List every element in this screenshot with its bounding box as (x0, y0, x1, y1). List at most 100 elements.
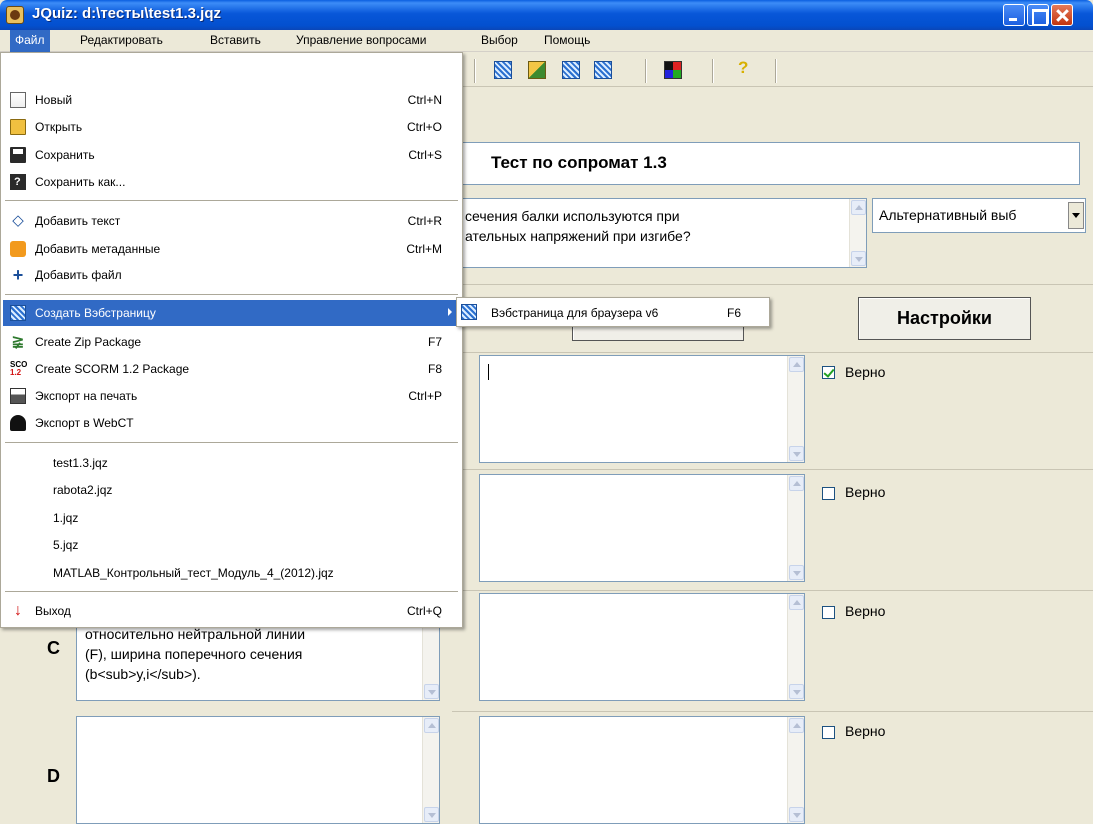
menu-item-label: Добавить метаданные (35, 242, 161, 256)
scroll-down-icon[interactable] (789, 565, 804, 580)
feedback-scrollbar[interactable] (787, 475, 804, 581)
web-page-icon (461, 304, 477, 320)
menu-item-open[interactable]: Открыть Ctrl+O (3, 114, 460, 140)
menu-item-label: Create SCORM 1.2 Package (35, 362, 190, 376)
menu-item-recent-file[interactable]: test1.3.jqz (3, 450, 460, 476)
toolbar-separator (775, 59, 777, 83)
recent-file-label: test1.3.jqz (53, 456, 108, 470)
answer-b-correct-checkbox[interactable] (822, 487, 835, 500)
web-page-icon[interactable] (494, 61, 512, 79)
answer-c-letter: C (47, 638, 60, 658)
zip-icon: ≩ (11, 333, 25, 350)
app-icon[interactable] (6, 6, 24, 24)
menu-question-management[interactable]: Управление вопросами (296, 33, 426, 47)
scroll-up-icon[interactable] (789, 595, 804, 610)
minimize-button[interactable] (1003, 4, 1025, 26)
scroll-up-icon[interactable] (424, 718, 439, 733)
menu-item-export-webct[interactable]: Экспорт в WebCT (3, 410, 460, 436)
web-page-submenu: Вэбстраница для браузера v6 F6 (456, 297, 770, 327)
menu-item-shortcut: F8 (427, 362, 442, 376)
scroll-up-icon[interactable] (789, 476, 804, 491)
menu-item-recent-file[interactable]: rabota2.jqz (3, 477, 460, 503)
menu-item-exit[interactable]: ↓ Выход Ctrl+Q (3, 598, 460, 624)
menu-item-add-text[interactable]: ◇ Добавить текст Ctrl+R (3, 208, 460, 234)
save-as-icon (10, 174, 26, 190)
menu-separator (5, 200, 458, 202)
question-type-value: Альтернативный выб (879, 207, 1017, 223)
menu-item-label: Добавить текст (35, 214, 121, 228)
answer-d-feedback-field[interactable] (479, 716, 805, 824)
menu-item-label: Сохранить как... (35, 175, 126, 189)
chevron-down-icon[interactable] (1068, 202, 1084, 229)
menu-item-export-print[interactable]: Экспорт на печать Ctrl+P (3, 383, 460, 409)
color-palette-icon[interactable] (664, 61, 682, 79)
menu-item-recent-file[interactable]: MATLAB_Контрольный_тест_Модуль_4_(2012).… (3, 560, 460, 586)
export-icon[interactable] (594, 61, 612, 79)
menu-item-new[interactable]: Новый Ctrl+N (3, 87, 460, 113)
submenu-arrow-icon (448, 308, 452, 316)
question-text-field[interactable]: сечения балки используются при ательных … (452, 198, 867, 268)
menu-item-label: Новый (35, 93, 73, 107)
menu-item-add-metadata[interactable]: Добавить метаданные Ctrl+M (3, 236, 460, 262)
answer-d-text-field[interactable] (76, 716, 440, 824)
answer-c-correct-checkbox[interactable] (822, 606, 835, 619)
divider (452, 284, 1093, 285)
answer-scrollbar[interactable] (422, 717, 439, 823)
answer-b-feedback-field[interactable] (479, 474, 805, 582)
menu-item-label: Create Zip Package (35, 335, 142, 349)
menu-select[interactable]: Выбор (481, 33, 518, 47)
answer-a-feedback-field[interactable] (479, 355, 805, 463)
menu-item-recent-file[interactable]: 1.jqz (3, 505, 460, 531)
menu-item-label: Выход (35, 604, 71, 618)
menu-edit[interactable]: Редактировать (80, 33, 163, 47)
answer-c-feedback-field[interactable] (479, 593, 805, 701)
feedback-scrollbar[interactable] (787, 594, 804, 700)
menu-item-shortcut: Ctrl+M (406, 242, 442, 256)
scroll-down-icon[interactable] (424, 807, 439, 822)
menu-item-create-web-page[interactable]: Создать Вэбстраницу (3, 300, 460, 326)
scroll-down-icon[interactable] (851, 251, 866, 266)
divider (452, 469, 1093, 470)
answer-b-correct-label: Верно (845, 484, 886, 500)
help-icon[interactable]: ? (738, 58, 748, 78)
question-scrollbar[interactable] (849, 199, 866, 267)
new-document-icon (10, 92, 26, 108)
scroll-down-icon[interactable] (789, 684, 804, 699)
menu-item-add-file[interactable]: + Добавить файл (3, 262, 460, 288)
scroll-up-icon[interactable] (789, 357, 804, 372)
scroll-down-icon[interactable] (424, 684, 439, 699)
menu-insert[interactable]: Вставить (210, 33, 261, 47)
answer-line: (F), ширина поперечного сечения (85, 646, 303, 662)
scroll-down-icon[interactable] (789, 807, 804, 822)
menu-item-save[interactable]: Сохранить Ctrl+S (3, 142, 460, 168)
menu-file[interactable]: Файл (10, 30, 50, 52)
picture-icon[interactable] (528, 61, 546, 79)
answer-c-text: относительно нейтральной линии (F), шири… (85, 624, 305, 684)
menu-separator (5, 294, 458, 296)
close-button[interactable] (1051, 4, 1073, 26)
menu-item-shortcut: Ctrl+N (407, 93, 442, 107)
menu-item-save-as[interactable]: Сохранить как... (3, 169, 460, 195)
scroll-down-icon[interactable] (789, 446, 804, 461)
feedback-scrollbar[interactable] (787, 356, 804, 462)
menu-item-recent-file[interactable]: 5.jqz (3, 532, 460, 558)
floppy-disk-icon (10, 147, 26, 163)
menu-item-zip-package[interactable]: ≩ Create Zip Package F7 (3, 329, 460, 355)
menu-help[interactable]: Помощь (544, 33, 590, 47)
title-bar: JQuiz: d:\тесты\test1.3.jqz (0, 0, 1093, 30)
settings-button[interactable]: Настройки (858, 297, 1031, 340)
scroll-up-icon[interactable] (789, 718, 804, 733)
answer-a-correct-checkbox[interactable] (822, 366, 835, 379)
scroll-up-icon[interactable] (851, 200, 866, 215)
maximize-button[interactable] (1027, 4, 1049, 26)
menu-item-shortcut: Ctrl+Q (406, 604, 442, 618)
menu-item-web-page-browser-v6[interactable]: Вэбстраница для браузера v6 F6 (457, 298, 769, 326)
menu-item-scorm-package[interactable]: SCO 1.2 Create SCORM 1.2 Package F8 (3, 356, 460, 382)
feedback-scrollbar[interactable] (787, 717, 804, 823)
answer-d-correct-checkbox[interactable] (822, 726, 835, 739)
scorm-icon: SCO 1.2 (10, 360, 28, 377)
plus-icon: + (12, 265, 24, 285)
question-type-select[interactable]: Альтернативный выб (872, 198, 1086, 233)
network-icon[interactable] (562, 61, 580, 79)
quiz-title-field[interactable]: Тест по сопромат 1.3 (452, 142, 1080, 185)
